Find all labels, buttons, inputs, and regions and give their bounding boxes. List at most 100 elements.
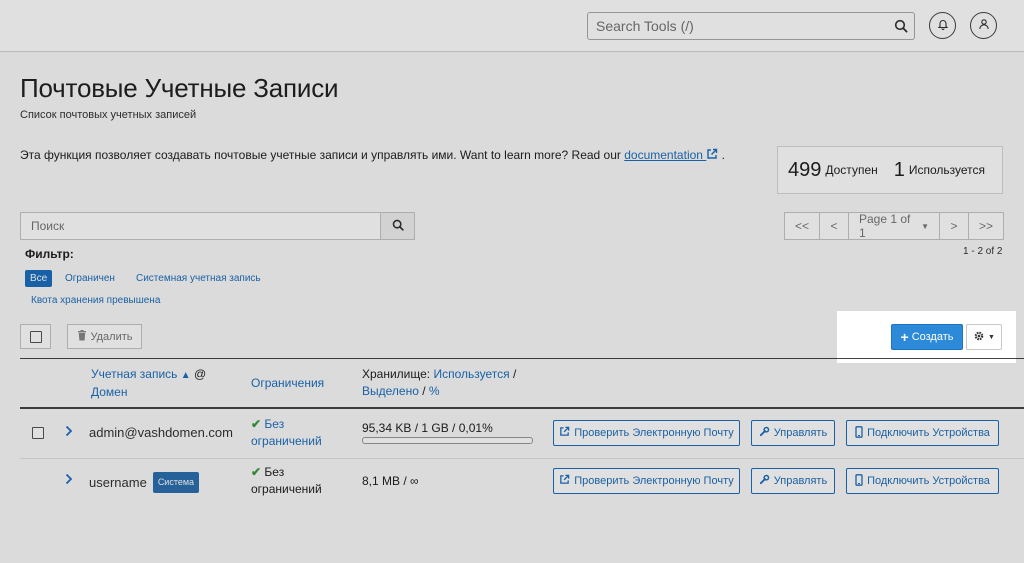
account-address: username Система bbox=[89, 472, 200, 493]
page-subtitle: Список почтовых учетных записей bbox=[20, 109, 197, 121]
limit-link[interactable]: Без ограничений bbox=[251, 417, 322, 448]
documentation-link[interactable]: documentation bbox=[624, 148, 718, 162]
prev-page-button[interactable]: < bbox=[819, 212, 849, 240]
pagination: << < Page 1 of 1 ▼ > >> bbox=[784, 212, 1004, 240]
sort-up-icon: ▲ bbox=[180, 370, 191, 381]
phone-icon bbox=[855, 473, 863, 489]
manage-button[interactable]: Управлять bbox=[751, 420, 835, 446]
page-title: Почтовые Учетные Записи bbox=[20, 73, 339, 103]
column-header-limits: Ограничения bbox=[251, 375, 324, 392]
sort-allocated-link[interactable]: Выделено bbox=[362, 384, 419, 398]
search-icon[interactable] bbox=[894, 19, 908, 36]
connect-devices-button[interactable]: Подключить Устройства bbox=[846, 468, 999, 494]
storage-label: Хранилище: bbox=[362, 367, 431, 381]
sort-limits-link[interactable]: Ограничения bbox=[251, 376, 324, 390]
manage-label: Управлять bbox=[773, 427, 828, 439]
account-name: username bbox=[89, 475, 147, 490]
user-icon bbox=[978, 18, 990, 33]
limit-line1: Без bbox=[264, 417, 285, 431]
check-email-button[interactable]: Проверить Электронную Почту bbox=[553, 468, 740, 494]
sort-account-link[interactable]: Учетная запись ▲ bbox=[91, 367, 191, 381]
check-icon: ✔ bbox=[251, 417, 262, 431]
filter-label: Фильтр: bbox=[25, 247, 74, 261]
filter-quota-exceeded[interactable]: Квота хранения превышена bbox=[31, 295, 160, 306]
account-stats-box: 499 Доступен 1 Используется bbox=[777, 146, 1003, 194]
filter-system-account[interactable]: Системная учетная запись bbox=[136, 273, 261, 284]
wrench-icon bbox=[759, 426, 770, 440]
intro-period: . bbox=[721, 148, 725, 162]
settings-dropdown-button[interactable]: ▼ bbox=[966, 324, 1002, 350]
result-count: 1 - 2 of 2 bbox=[963, 246, 1003, 257]
storage-separator: / bbox=[422, 384, 426, 398]
search-tools-field[interactable] bbox=[587, 12, 915, 40]
list-search-field[interactable] bbox=[20, 212, 415, 240]
column-header-account-label: Учетная запись bbox=[91, 367, 178, 381]
storage-separator: / bbox=[512, 367, 517, 381]
bell-icon bbox=[937, 18, 949, 33]
system-badge: Система bbox=[152, 472, 200, 493]
external-link-icon bbox=[559, 474, 570, 488]
list-search-input[interactable] bbox=[21, 213, 381, 239]
delete-label: Удалить bbox=[90, 330, 133, 343]
wrench-icon bbox=[759, 474, 770, 488]
first-page-button[interactable]: << bbox=[784, 212, 820, 240]
storage-usage: 8,1 MB / ∞ bbox=[362, 474, 419, 488]
limit-status: ✔ Без ограничений bbox=[251, 464, 322, 498]
gear-icon bbox=[973, 330, 985, 345]
column-header-account: Учетная запись ▲ @ Домен bbox=[91, 366, 206, 401]
search-tools-input[interactable] bbox=[588, 13, 878, 39]
user-menu-button[interactable] bbox=[970, 12, 997, 39]
used-label: Используется bbox=[908, 163, 986, 177]
limit-line2: ограничений bbox=[251, 434, 322, 448]
notifications-button[interactable] bbox=[929, 12, 956, 39]
caret-down-icon: ▼ bbox=[988, 333, 995, 341]
last-page-button[interactable]: >> bbox=[968, 212, 1004, 240]
check-email-button[interactable]: Проверить Электронную Почту bbox=[553, 420, 740, 446]
sort-domain-link[interactable]: Домен bbox=[91, 385, 128, 399]
checkbox-box bbox=[29, 330, 42, 343]
limit-line1: Без bbox=[264, 465, 285, 479]
connect-devices-button[interactable]: Подключить Устройства bbox=[846, 420, 999, 446]
check-email-label: Проверить Электронную Почту bbox=[574, 475, 734, 487]
account-address: admin@vashdomen.com bbox=[89, 425, 233, 440]
select-all-checkbox[interactable] bbox=[20, 324, 51, 349]
page-select[interactable]: Page 1 of 1 ▼ bbox=[848, 212, 940, 240]
page-select-label: Page 1 of 1 bbox=[859, 212, 911, 240]
storage-usage: 95,34 KB / 1 GB / 0,01% bbox=[362, 421, 493, 435]
sort-used-link[interactable]: Используется bbox=[433, 367, 509, 381]
filter-restricted[interactable]: Ограничен bbox=[65, 273, 115, 284]
create-button[interactable]: + Создать bbox=[891, 324, 963, 350]
filter-all[interactable]: Все bbox=[25, 270, 53, 287]
intro-description: Эта функция позволяет создавать почтовые… bbox=[20, 148, 625, 162]
sort-percent-link[interactable]: % bbox=[429, 384, 440, 398]
top-bar bbox=[0, 0, 1024, 52]
connect-devices-label: Подключить Устройства bbox=[867, 427, 990, 439]
used-count: 1 bbox=[893, 158, 905, 181]
expand-row-icon[interactable] bbox=[65, 473, 73, 488]
main-content: Почтовые Учетные Записи Список почтовых … bbox=[0, 53, 1024, 563]
expand-row-icon[interactable] bbox=[65, 425, 73, 440]
list-search-button[interactable] bbox=[380, 213, 414, 239]
plus-icon: + bbox=[900, 329, 909, 345]
column-header-storage: Хранилище: Используется / Выделено / % bbox=[362, 366, 516, 400]
table-top-line bbox=[20, 358, 1024, 359]
phone-icon bbox=[855, 425, 863, 441]
manage-button[interactable]: Управлять bbox=[751, 468, 835, 494]
delete-button[interactable]: Удалить bbox=[67, 324, 142, 349]
row-checkbox[interactable] bbox=[32, 427, 44, 439]
limit-line2: ограничений bbox=[251, 482, 322, 496]
row-divider bbox=[20, 458, 1024, 459]
next-page-button[interactable]: > bbox=[939, 212, 969, 240]
table-header-line bbox=[20, 407, 1024, 409]
column-header-at: @ bbox=[194, 367, 207, 381]
limit-status: ✔ Без ограничений bbox=[251, 416, 322, 450]
intro-text: Эта функция позволяет создавать почтовые… bbox=[20, 148, 725, 162]
search-icon bbox=[392, 219, 404, 234]
available-count: 499 bbox=[788, 158, 822, 181]
connect-devices-label: Подключить Устройства bbox=[867, 475, 990, 487]
storage-usage-bar bbox=[362, 437, 533, 444]
documentation-link-label: documentation bbox=[624, 148, 703, 162]
caret-down-icon: ▼ bbox=[921, 221, 929, 231]
check-email-label: Проверить Электронную Почту bbox=[574, 427, 734, 439]
external-link-icon bbox=[559, 426, 570, 440]
